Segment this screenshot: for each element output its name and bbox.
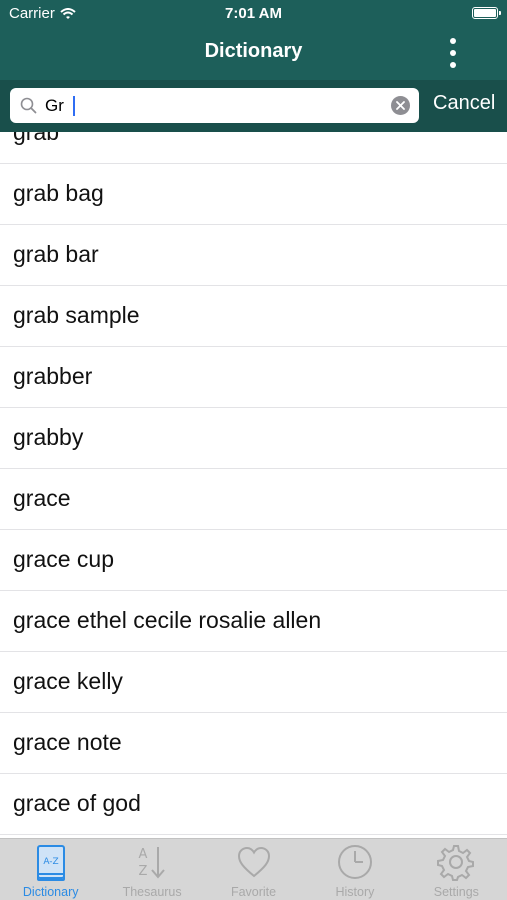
book-icon: A-Z [36, 845, 65, 881]
clear-search-button[interactable] [391, 96, 410, 115]
list-item[interactable]: grace ethel cecile rosalie allen [0, 591, 507, 652]
list-item-label: grab bar [13, 241, 99, 267]
list-item-label: grabber [13, 363, 93, 389]
list-item-label: grace of god [13, 790, 141, 816]
list-item[interactable]: grace kelly [0, 652, 507, 713]
tab-thesaurus[interactable]: A Z Thesaurus [101, 839, 202, 900]
battery-icon [472, 7, 501, 19]
svg-text:A-Z: A-Z [43, 857, 58, 867]
tab-bar: A-Z Dictionary A Z Thesaurus Favorite Hi… [0, 838, 507, 900]
tab-history[interactable]: History [304, 839, 405, 900]
navigation-bar: Carrier 7:01 AM Dictionary [0, 0, 507, 80]
svg-text:Z: Z [139, 864, 148, 879]
list-item-label: grace kelly [13, 668, 123, 694]
page-title: Dictionary [204, 40, 303, 62]
list-item[interactable]: grabber [0, 347, 507, 408]
tab-label: History [335, 885, 375, 899]
az-sort-icon: A Z [139, 847, 165, 879]
list-item-label: grace note [13, 729, 122, 755]
search-bar: Cancel [0, 80, 507, 132]
tab-label: Favorite [230, 885, 277, 899]
results-list[interactable]: grab grab bag grab bar grab sample grabber gr… [0, 132, 507, 838]
list-item[interactable]: grab bar [0, 225, 507, 286]
search-icon [20, 97, 37, 114]
list-item-label: grace ethel cecile rosalie allen [13, 607, 322, 633]
svg-text:A: A [139, 847, 148, 862]
more-vertical-icon [450, 38, 456, 44]
list-item[interactable]: grace note [0, 713, 507, 774]
results-list-content: grab grab bag grab bar grab sample grabber gr… [0, 132, 507, 835]
list-item[interactable]: grab bag [0, 164, 507, 225]
heart-icon [237, 846, 270, 878]
list-item[interactable]: grace of god [0, 774, 507, 835]
gear-icon [437, 845, 475, 881]
list-item[interactable]: grace [0, 469, 507, 530]
list-item-label: grab sample [13, 302, 140, 328]
cancel-button[interactable]: Cancel [433, 92, 495, 115]
list-item-label: grace cup [13, 546, 115, 572]
list-item-label: grace [13, 485, 71, 511]
list-item[interactable]: grab sample [0, 286, 507, 347]
list-item[interactable]: grab [0, 132, 507, 164]
tab-favorite[interactable]: Favorite [203, 839, 304, 900]
list-item[interactable]: grace cup [0, 530, 507, 591]
tab-settings[interactable]: Settings [406, 839, 507, 900]
list-item-label: grab [13, 132, 60, 145]
search-field[interactable] [10, 88, 419, 123]
tab-label: Settings [433, 885, 479, 899]
more-options-button[interactable] [439, 38, 467, 68]
close-icon [396, 101, 405, 110]
tab-dictionary[interactable]: A-Z Dictionary [0, 839, 101, 900]
list-item[interactable]: grabby [0, 408, 507, 469]
search-input[interactable] [45, 92, 385, 119]
list-item-label: grabby [13, 424, 84, 450]
status-time: 7:01 AM [225, 5, 282, 22]
text-caret [73, 96, 75, 116]
clock-icon [337, 845, 372, 879]
status-bar: Carrier 7:01 AM [0, 0, 507, 28]
tab-label: Dictionary [22, 885, 79, 899]
list-item-label: grab bag [13, 180, 104, 206]
tab-label: Thesaurus [122, 885, 182, 899]
